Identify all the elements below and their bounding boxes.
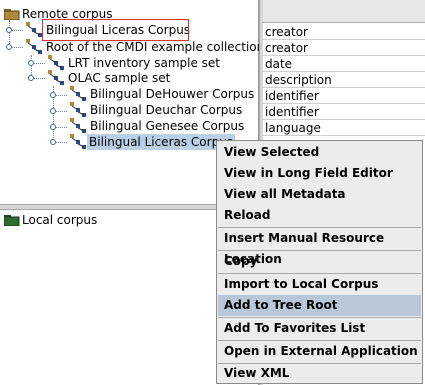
folder-icon (4, 9, 20, 20)
corpus-node-icon (70, 134, 86, 149)
corpus-node-icon (48, 55, 64, 70)
tree-handle-icon[interactable] (50, 92, 56, 98)
metadata-field-cell[interactable]: creator (263, 40, 425, 56)
menu-item-reload[interactable]: Reload (218, 205, 421, 226)
menu-item-insert-manual-resource[interactable]: Insert Manual Resource Location (218, 228, 421, 266)
folder-icon (4, 215, 20, 226)
metadata-header (263, 0, 425, 23)
metadata-field-cell[interactable]: identifier (263, 88, 425, 104)
menu-item-import-local-corpus[interactable]: Import to Local Corpus (218, 274, 421, 295)
tree-handle-icon[interactable] (50, 108, 56, 114)
tree-root-label: Local corpus (22, 213, 98, 227)
tree-handle-icon[interactable] (28, 60, 34, 66)
tree-node-label: Bilingual Deuchar Corpus (90, 103, 243, 117)
corpus-node-icon (70, 118, 86, 133)
tree-handle-icon[interactable] (6, 44, 12, 50)
tree-node-label: Bilingual Liceras Corpus (87, 134, 236, 150)
metadata-field-cell[interactable]: date (263, 56, 425, 72)
tree-handle-icon[interactable] (6, 27, 12, 33)
menu-item-view-all-metadata[interactable]: View all Metadata (218, 184, 421, 205)
context-menu[interactable]: View Selected View in Long Field Editor … (216, 140, 423, 384)
menu-item-view-long-field-editor[interactable]: View in Long Field Editor (218, 163, 421, 184)
tree-node-label: Bilingual Genesee Corpus (90, 119, 245, 133)
tree-connector (31, 55, 32, 77)
menu-item-view-selected[interactable]: View Selected (218, 142, 421, 163)
tree-handle-icon[interactable] (50, 139, 56, 145)
metadata-field-cell[interactable]: creator (263, 24, 425, 40)
corpus-node-icon (70, 86, 86, 101)
corpus-node-icon (48, 70, 64, 85)
corpus-node-icon (70, 102, 86, 117)
menu-item-open-external[interactable]: Open in External Application (218, 341, 421, 362)
metadata-field-cell[interactable]: identifier (263, 104, 425, 120)
tree-node-label: Bilingual DeHouwer Corpus (90, 87, 255, 101)
menu-item-add-to-tree-root[interactable]: Add to Tree Root (218, 295, 421, 316)
corpus-node-icon (26, 22, 42, 37)
tree-handle-icon[interactable] (28, 75, 34, 81)
menu-item-view-xml[interactable]: View XML (218, 363, 421, 384)
tree-handle-icon[interactable] (50, 124, 56, 130)
metadata-field-cell[interactable]: language (263, 120, 425, 136)
metadata-field-cell[interactable]: description (263, 72, 425, 88)
tree-node-label: OLAC sample set (68, 71, 171, 85)
annotation-highlight-box (42, 19, 189, 41)
tree-node-label: LRT inventory sample set (68, 56, 221, 70)
corpus-node-icon (26, 39, 42, 54)
tree-node-label: Root of the CMDI example collection (46, 40, 265, 54)
menu-item-add-to-favorites[interactable]: Add To Favorites List (218, 318, 421, 339)
menu-item-copy[interactable]: Copy (218, 251, 421, 272)
